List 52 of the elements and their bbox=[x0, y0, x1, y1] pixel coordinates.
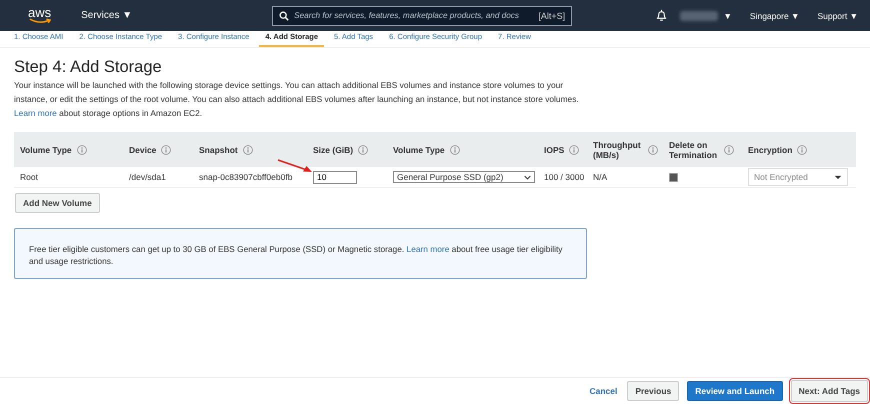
shortcut-hint: [Alt+S] bbox=[538, 10, 566, 20]
smile-icon bbox=[28, 18, 51, 24]
search-icon bbox=[279, 10, 290, 20]
nav-menu[interactable]: ▼ bbox=[724, 10, 732, 20]
column-header: Volume Type bbox=[393, 144, 445, 154]
info-icon[interactable] bbox=[569, 144, 580, 154]
column-header: IOPS bbox=[544, 144, 564, 154]
encryption-select[interactable]: Not Encrypted bbox=[748, 168, 848, 186]
next-button[interactable]: Next: Add Tags bbox=[790, 380, 868, 402]
aws-logo[interactable]: aws bbox=[28, 7, 52, 24]
info-icon[interactable] bbox=[358, 144, 368, 154]
info-icon[interactable] bbox=[724, 144, 734, 154]
checkbox[interactable] bbox=[669, 172, 678, 182]
search-bar[interactable]: Search for services, features, marketplace products, and docs [Alt+S] bbox=[272, 6, 572, 26]
add-new-volume-button[interactable]: Add New Volume bbox=[15, 193, 100, 213]
column-header: Delete on Termination bbox=[669, 140, 718, 160]
services-menu[interactable]: Services ▼ bbox=[81, 10, 132, 21]
learn-more-link[interactable]: Learn more bbox=[14, 108, 57, 118]
info-icon[interactable] bbox=[648, 144, 658, 154]
review-and-launch-button[interactable]: Review and Launch bbox=[687, 381, 783, 401]
column-header: Volume Type bbox=[20, 144, 72, 154]
info-icon[interactable] bbox=[161, 144, 172, 154]
column-header: Snapshot bbox=[199, 144, 238, 154]
column-header: Device bbox=[129, 144, 156, 154]
annotation-arrow bbox=[277, 158, 313, 172]
table-cell: 100 / 3000 bbox=[544, 172, 584, 182]
learn-more-link[interactable]: Learn more bbox=[406, 244, 450, 254]
table-cell: snap-0c83907cbff0eb0fb bbox=[199, 172, 292, 182]
volume-type-select[interactable]: General Purpose SSD (gp2) bbox=[393, 171, 535, 183]
size-input[interactable]: 10 bbox=[313, 170, 357, 184]
info-icon[interactable] bbox=[242, 144, 253, 154]
page-title: Step 4: Add Storage bbox=[14, 58, 163, 77]
column-header: Throughput (MB/s) bbox=[593, 140, 642, 160]
info-icon[interactable] bbox=[76, 144, 87, 154]
caret-icon bbox=[834, 174, 842, 180]
table-cell: Root bbox=[20, 172, 38, 182]
column-header: Size (GiB) bbox=[313, 144, 354, 154]
table-cell: N/A bbox=[593, 172, 608, 182]
info-icon[interactable] bbox=[450, 144, 460, 154]
previous-button[interactable]: Previous bbox=[627, 381, 680, 401]
search-field[interactable]: Search for services, features, marketplace products, and docs bbox=[294, 11, 538, 20]
blurred-account-name bbox=[680, 10, 718, 20]
nav-menu[interactable]: Singapore ▼ bbox=[750, 10, 800, 20]
info-text: Free tier eligible customers can get up to 30 GB of EBS General Purpose (SSD) or Magnetic storage. Learn more about free usage tier eligibility and usage restrictions. bbox=[29, 243, 564, 267]
column-header: Encryption bbox=[748, 144, 792, 154]
caret-icon bbox=[524, 174, 531, 180]
info-icon[interactable] bbox=[797, 144, 808, 154]
nav-menu[interactable]: Support ▼ bbox=[817, 10, 858, 20]
cancel-link[interactable]: Cancel bbox=[589, 386, 618, 396]
table-cell: /dev/sda1 bbox=[129, 172, 166, 182]
intro-paragraph: Your instance will be launched with the following storage device settings. You can attach additional EBS volumes and instance store volumes to your instance, or edit the settings of the root volume. You can also attach additional EBS volumes after launching an instance, but not instance store volumes. Learn more about storage options in Amazon EC2. bbox=[14, 79, 580, 120]
bell-icon[interactable] bbox=[654, 9, 668, 22]
